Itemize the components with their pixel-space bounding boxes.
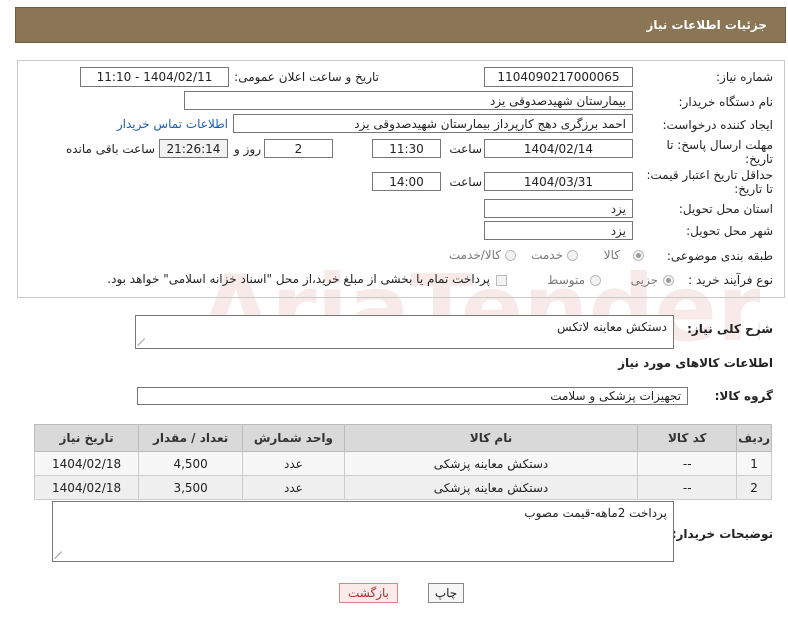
province-field: یزد bbox=[484, 199, 633, 218]
need-number-field: 1104090217000065 bbox=[484, 67, 633, 87]
remaining-days-field: 2 bbox=[264, 139, 333, 158]
buyer-name-label: نام دستگاه خریدار: bbox=[678, 95, 774, 109]
goods-group-label: گروه کالا: bbox=[714, 389, 773, 403]
table-row: 1 -- دستکش معاینه پزشکی عدد 4,500 1404/0… bbox=[33, 451, 772, 476]
announce-date-label: تاریخ و ساعت اعلان عمومی: bbox=[234, 70, 379, 84]
items-section-title: اطلاعات کالاهای مورد نیاز bbox=[618, 356, 773, 370]
back-button[interactable]: بازگشت bbox=[339, 583, 398, 603]
table-row: 2 -- دستکش معاینه پزشکی عدد 3,500 1404/0… bbox=[33, 475, 772, 500]
process-radio-medium[interactable] bbox=[590, 275, 601, 286]
buyer-contact-link[interactable]: اطلاعات تماس خریدار bbox=[117, 117, 228, 131]
deadline-date-field: 1404/02/14 bbox=[484, 139, 633, 158]
buyer-notes-label: توضیحات خریدار: bbox=[671, 527, 773, 541]
print-button[interactable]: چاپ bbox=[428, 583, 464, 603]
resize-grip-icon[interactable] bbox=[138, 338, 146, 346]
items-table-header: ردیف کد کالا نام کالا واحد شمارش تعداد /… bbox=[33, 424, 772, 452]
page-title: جزئیات اطلاعات نیاز bbox=[646, 18, 767, 32]
price-validity-label-2: تا تاریخ: bbox=[734, 182, 773, 196]
deadline-time-field: 11:30 bbox=[372, 139, 441, 158]
need-number-label: شماره نیاز: bbox=[716, 70, 773, 84]
category-label: طبقه بندی موضوعی: bbox=[666, 249, 773, 263]
items-table: ردیف کد کالا نام کالا واحد شمارش تعداد /… bbox=[33, 424, 772, 500]
validity-time-field: 14:00 bbox=[372, 172, 441, 191]
remaining-time-label: ساعت باقی مانده bbox=[65, 142, 155, 156]
validity-date-field: 1404/03/31 bbox=[484, 172, 633, 191]
category-option-service: خدمت bbox=[531, 248, 563, 262]
item-unit: عدد bbox=[242, 451, 345, 476]
buyer-name-field: بیمارستان شهیدصدوقی یزد bbox=[184, 91, 633, 110]
process-type-label: نوع فرآیند خرید : bbox=[688, 273, 773, 287]
deadline-time-label: ساعت bbox=[449, 142, 482, 156]
city-label: شهر محل تحویل: bbox=[686, 224, 773, 238]
col-quantity: تعداد / مقدار bbox=[138, 424, 244, 452]
col-row: ردیف bbox=[736, 424, 772, 452]
item-code: -- bbox=[637, 451, 738, 476]
item-name: دستکش معاینه پزشکی bbox=[343, 475, 639, 500]
validity-time-label: ساعت bbox=[449, 175, 482, 189]
city-field: یزد bbox=[484, 221, 633, 240]
goods-group-field: تجهیزات پزشکی و سلامت bbox=[137, 387, 688, 405]
deadline-label: مهلت ارسال پاسخ: تا bbox=[666, 138, 773, 152]
col-code: کد کالا bbox=[637, 424, 738, 452]
deadline-label-2: تاریخ: bbox=[745, 152, 773, 166]
process-radio-minor[interactable] bbox=[663, 275, 674, 286]
item-unit: عدد bbox=[242, 475, 345, 500]
col-unit: واحد شمارش bbox=[242, 424, 345, 452]
category-option-goods-service: کالا/خدمت bbox=[448, 248, 501, 262]
creator-label: ایجاد کننده درخواست: bbox=[662, 118, 773, 132]
description-label: شرح کلی نیاز: bbox=[687, 322, 773, 336]
item-name: دستکش معاینه پزشکی bbox=[343, 451, 639, 476]
item-quantity: 4,500 bbox=[138, 451, 244, 476]
description-textarea[interactable]: دستکش معاینه لاتکس bbox=[135, 315, 674, 349]
item-need-date: 1404/02/18 bbox=[33, 451, 140, 476]
treasury-payment-note: پرداخت تمام یا بخشی از مبلغ خرید،از محل … bbox=[107, 272, 490, 286]
row-number: 2 bbox=[736, 475, 772, 500]
item-code: -- bbox=[637, 475, 738, 500]
item-need-date: 1404/02/18 bbox=[33, 475, 140, 500]
category-radio-goods[interactable] bbox=[633, 250, 644, 261]
row-number: 1 bbox=[736, 451, 772, 476]
days-label: روز و bbox=[234, 142, 261, 156]
process-option-medium: متوسط bbox=[547, 273, 585, 287]
remaining-time-field: 21:26:14 bbox=[159, 139, 228, 158]
buyer-notes-textarea[interactable]: پرداخت 2ماهه-قیمت مصوب bbox=[52, 501, 674, 562]
province-label: استان محل تحویل: bbox=[678, 202, 773, 216]
category-option-goods: کالا bbox=[603, 248, 620, 262]
creator-field: احمد برزگری دهج کارپرداز بیمارستان شهیدص… bbox=[233, 114, 633, 133]
category-radio-service[interactable] bbox=[567, 250, 578, 261]
col-name: نام کالا bbox=[343, 424, 639, 452]
price-validity-label: حداقل تاریخ اعتبار قیمت: bbox=[646, 168, 773, 182]
col-need-date: تاریخ نیاز bbox=[33, 424, 140, 452]
process-option-minor: جزیی bbox=[630, 273, 658, 287]
item-quantity: 3,500 bbox=[138, 475, 244, 500]
resize-grip-icon[interactable] bbox=[55, 551, 63, 559]
announce-date-field: 1404/02/11 - 11:10 bbox=[80, 67, 229, 87]
category-radio-goods-service[interactable] bbox=[505, 250, 516, 261]
treasury-payment-checkbox[interactable] bbox=[496, 275, 507, 286]
page-header: جزئیات اطلاعات نیاز bbox=[15, 7, 786, 43]
